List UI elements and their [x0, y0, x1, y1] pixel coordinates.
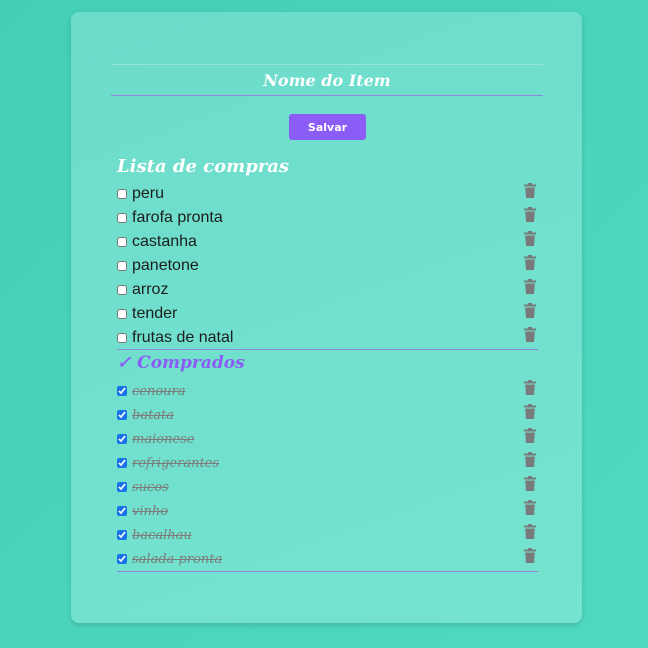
item-checkbox[interactable] [117, 285, 127, 295]
shopping-list-title: Lista de compras [117, 156, 290, 177]
list-item: peru [117, 182, 538, 206]
item-checkbox[interactable] [117, 213, 127, 223]
item-checkbox[interactable] [117, 506, 127, 516]
trash-icon[interactable] [524, 452, 536, 467]
item-label: castanha [132, 233, 197, 250]
list-item: batata [117, 403, 538, 427]
item-label: sucos [132, 479, 169, 495]
item-checkbox[interactable] [117, 410, 127, 420]
list-item: vinho [117, 499, 538, 523]
item-checkbox[interactable] [117, 333, 127, 343]
bottom-divider [117, 571, 538, 572]
item-label: maionese [132, 431, 195, 447]
trash-icon[interactable] [524, 428, 536, 443]
item-label: peru [132, 185, 165, 202]
trash-icon[interactable] [524, 476, 536, 491]
item-checkbox[interactable] [117, 261, 127, 271]
trash-icon[interactable] [524, 183, 536, 198]
item-checkbox[interactable] [117, 482, 127, 492]
purchased-title-label: Comprados [137, 353, 245, 373]
list-item: cenoura [117, 379, 538, 403]
item-name-input[interactable] [111, 66, 543, 94]
trash-icon[interactable] [524, 404, 536, 419]
item-checkbox[interactable] [117, 386, 127, 396]
trash-icon[interactable] [524, 255, 536, 270]
purchased-list: cenoura batata maionese refrigerantes su… [117, 379, 538, 571]
trash-icon[interactable] [524, 327, 536, 342]
purchased-title: ✓ Comprados [117, 353, 245, 373]
list-item: castanha [117, 230, 538, 254]
trash-icon[interactable] [524, 207, 536, 222]
list-item: farofa pronta [117, 206, 538, 230]
shopping-list: peru farofa pronta castanha panetone arr… [117, 182, 538, 350]
check-icon: ✓ [117, 353, 132, 373]
item-label: farofa pronta [132, 209, 223, 226]
item-label: arroz [132, 281, 169, 298]
item-label: refrigerantes [132, 455, 220, 471]
list-item: sucos [117, 475, 538, 499]
list-item: maionese [117, 427, 538, 451]
trash-icon[interactable] [524, 380, 536, 395]
item-checkbox[interactable] [117, 458, 127, 468]
trash-icon[interactable] [524, 231, 536, 246]
save-button[interactable]: Salvar [289, 114, 366, 140]
list-item: tender [117, 302, 538, 326]
shopping-card: Salvar Lista de compras peru farofa pron… [71, 12, 582, 623]
item-label: tender [132, 305, 178, 322]
item-label: frutas de natal [132, 329, 234, 346]
trash-icon[interactable] [524, 500, 536, 515]
item-label: bacalhau [132, 527, 192, 543]
list-item: bacalhau [117, 523, 538, 547]
list-item: refrigerantes [117, 451, 538, 475]
list-item: salada pronta [117, 547, 538, 571]
item-label: vinho [132, 503, 169, 519]
item-name-field-wrap [111, 64, 543, 96]
item-checkbox[interactable] [117, 237, 127, 247]
trash-icon[interactable] [524, 524, 536, 539]
item-checkbox[interactable] [117, 189, 127, 199]
list-item: frutas de natal [117, 326, 538, 350]
trash-icon[interactable] [524, 279, 536, 294]
item-label: cenoura [132, 383, 186, 399]
item-label: panetone [132, 257, 199, 274]
trash-icon[interactable] [524, 548, 536, 563]
item-checkbox[interactable] [117, 434, 127, 444]
item-checkbox[interactable] [117, 530, 127, 540]
item-checkbox[interactable] [117, 554, 127, 564]
item-checkbox[interactable] [117, 309, 127, 319]
item-label: salada pronta [132, 551, 223, 567]
list-item: panetone [117, 254, 538, 278]
item-label: batata [132, 407, 175, 423]
trash-icon[interactable] [524, 303, 536, 318]
list-item: arroz [117, 278, 538, 302]
section-divider [117, 349, 538, 350]
